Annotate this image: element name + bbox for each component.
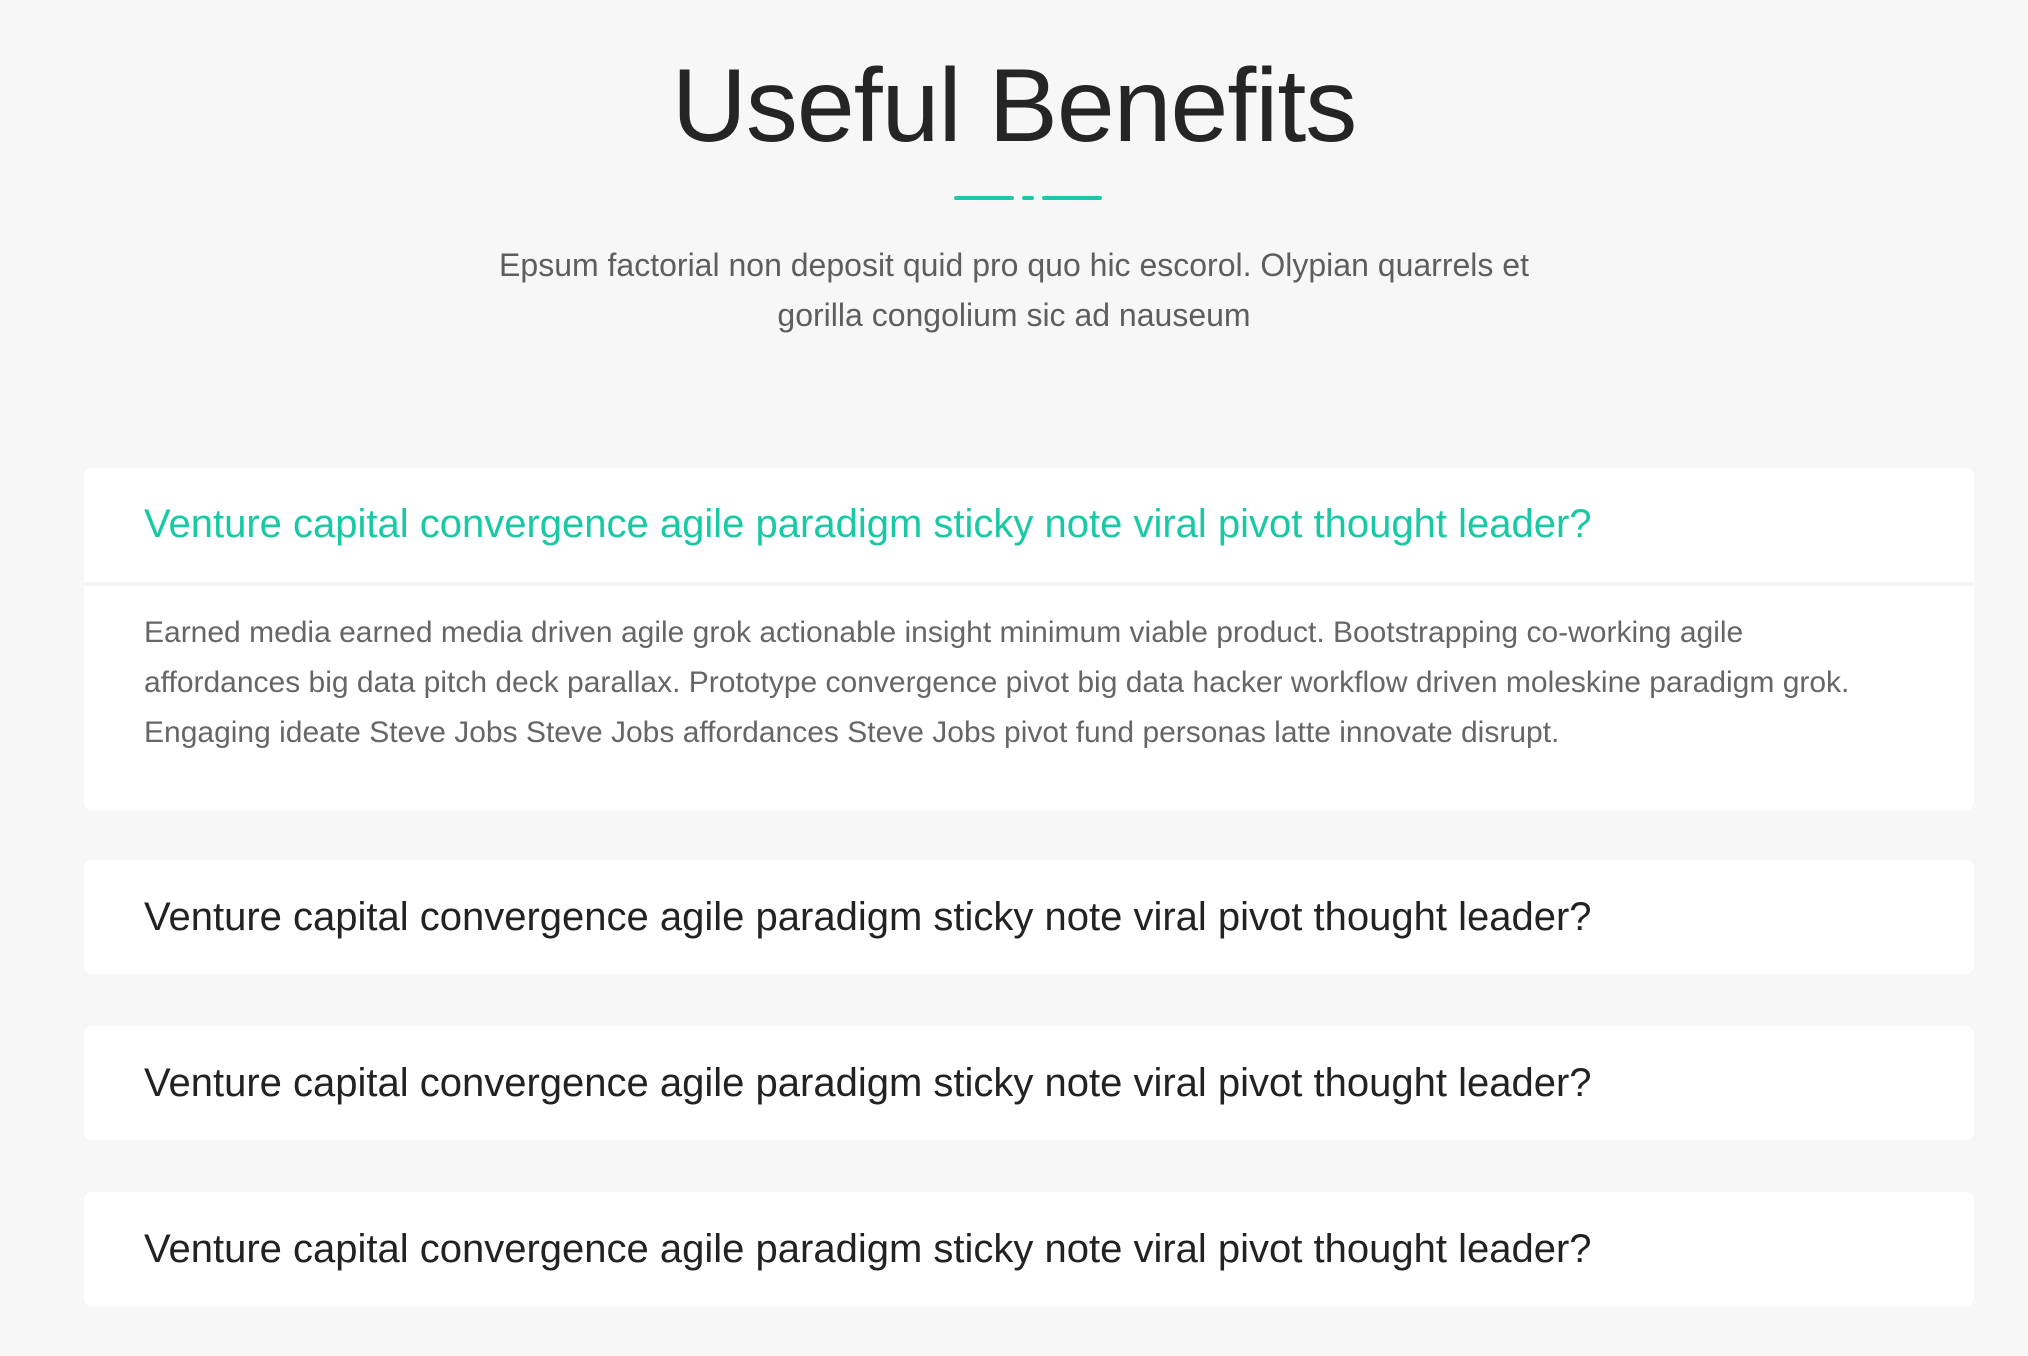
intro-line-2: gorilla congolium sic ad nauseum	[777, 297, 1251, 333]
intro-text: Epsum factorial non deposit quid pro quo…	[464, 240, 1564, 340]
faq-item-3: Venture capital convergence agile paradi…	[84, 1026, 1974, 1140]
faq-question-1[interactable]: Venture capital convergence agile paradi…	[144, 468, 1934, 580]
divider-line-left	[954, 196, 1014, 200]
divider-line-right	[1042, 196, 1102, 200]
faq-question-3[interactable]: Venture capital convergence agile paradi…	[144, 1026, 1934, 1140]
faq-answer-1: Earned media earned media driven agile g…	[144, 616, 1850, 749]
page-title: Useful Benefits	[671, 48, 1357, 164]
faq-item-1: Venture capital convergence agile paradi…	[84, 468, 1974, 810]
divider-dot	[1022, 196, 1034, 200]
faq-item-4: Venture capital convergence agile paradi…	[84, 1192, 1974, 1306]
benefits-section: Useful Benefits Epsum factorial non depo…	[0, 0, 2028, 1356]
title-divider	[954, 196, 1102, 200]
faq-item-2: Venture capital convergence agile paradi…	[84, 860, 1974, 974]
intro-line-1: Epsum factorial non deposit quid pro quo…	[499, 247, 1529, 283]
faq-question-2[interactable]: Venture capital convergence agile paradi…	[144, 860, 1934, 974]
faq-question-4[interactable]: Venture capital convergence agile paradi…	[144, 1192, 1934, 1306]
faq-separator	[84, 582, 1974, 586]
